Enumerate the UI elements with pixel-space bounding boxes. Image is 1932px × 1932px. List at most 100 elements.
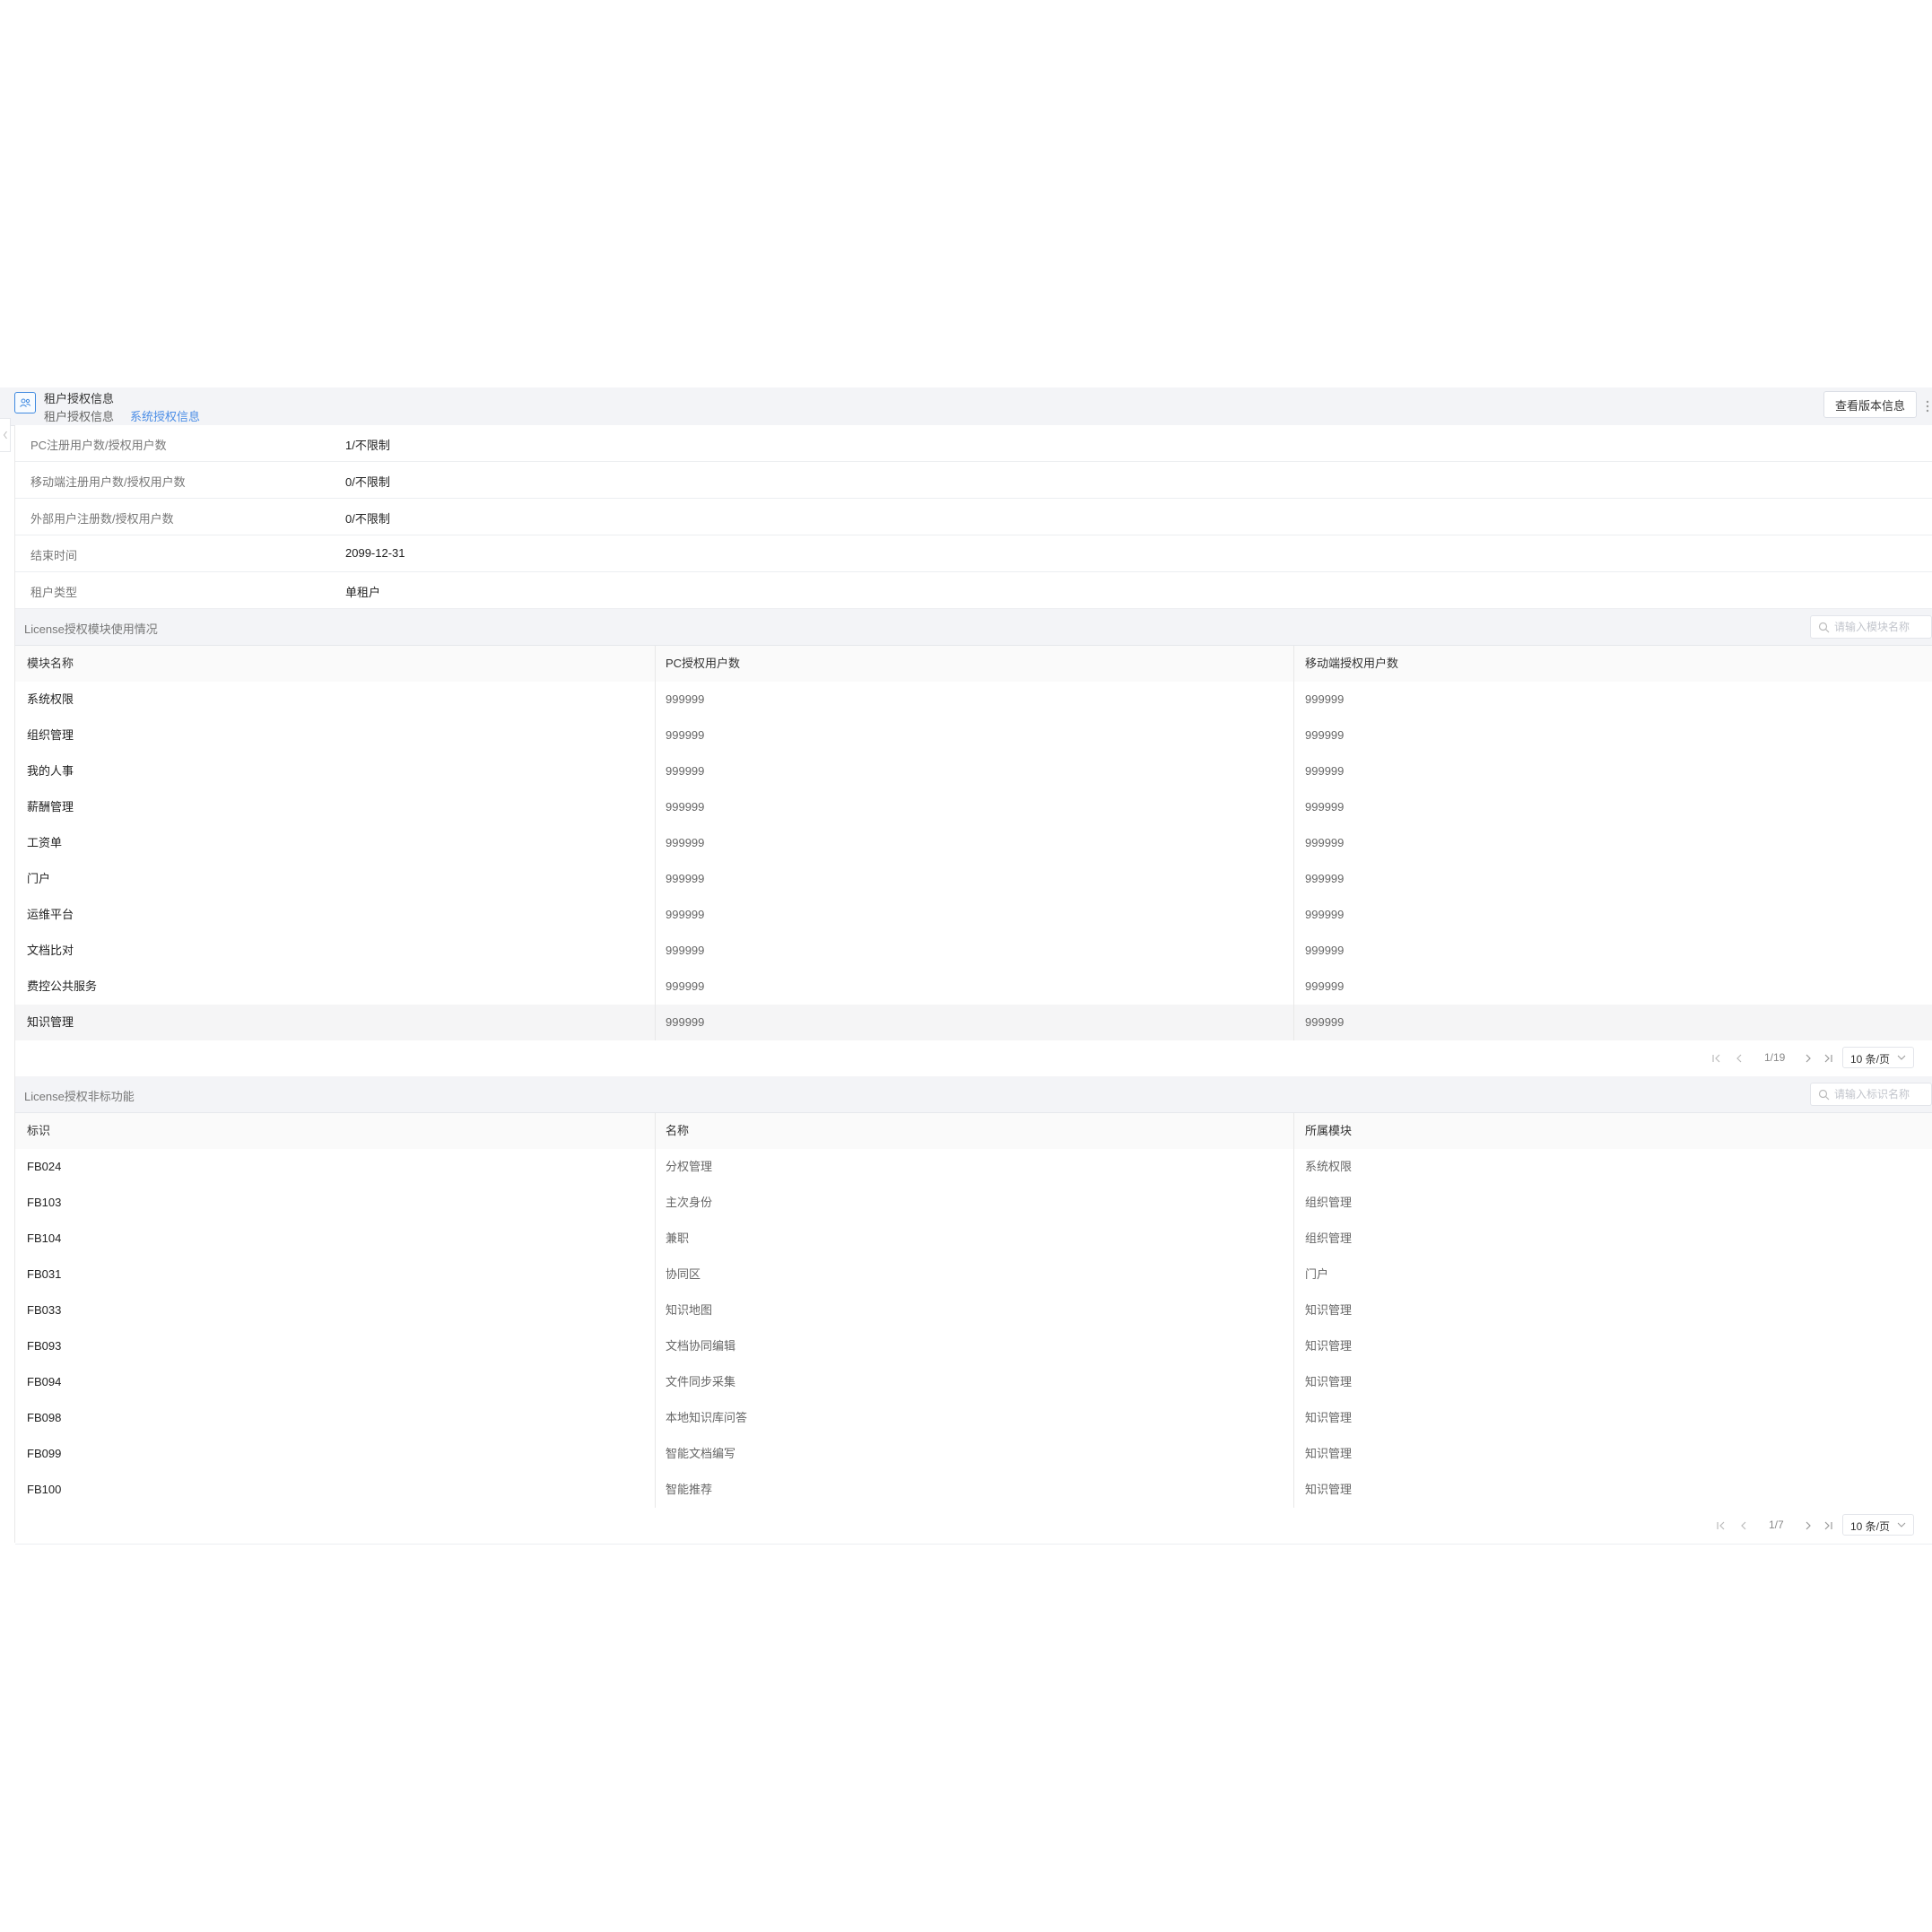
module-name-cell: 薪酬管理 <box>27 800 74 814</box>
features-pagination: 1/7 10 条/页 <box>15 1508 1932 1545</box>
column-divider <box>1293 1292 1294 1328</box>
search-icon <box>1818 1089 1830 1101</box>
feature-code-cell: FB099 <box>27 1447 62 1460</box>
next-page-icon[interactable] <box>1802 1052 1815 1065</box>
column-header-pc-users: PC授权用户数 <box>666 657 741 670</box>
feature-name-cell: 分权管理 <box>666 1160 713 1173</box>
features-table-header: 标识 名称 所属模块 <box>15 1113 1932 1150</box>
search-icon <box>1818 622 1830 633</box>
chevron-left-icon <box>3 431 7 439</box>
column-divider <box>1293 1400 1294 1436</box>
column-divider <box>1293 646 1294 682</box>
feature-name-cell: 协同区 <box>666 1267 701 1281</box>
sidebar-collapse-toggle[interactable] <box>0 418 11 452</box>
info-label: 外部用户注册数/授权用户数 <box>30 512 174 526</box>
column-divider <box>655 1292 656 1328</box>
info-value: 2099-12-31 <box>345 546 405 560</box>
module-search-box[interactable] <box>1810 615 1932 639</box>
view-version-button[interactable]: 查看版本信息 <box>1823 391 1917 418</box>
module-name-cell: 知识管理 <box>27 1015 74 1029</box>
table-row: FB094 文件同步采集 知识管理 <box>15 1364 1932 1401</box>
pc-users-cell: 999999 <box>666 872 705 885</box>
feature-search-input[interactable] <box>1834 1086 1928 1102</box>
mobile-users-cell: 999999 <box>1305 692 1345 706</box>
page-indicator: 1/7 <box>1769 1519 1784 1531</box>
next-page-icon[interactable] <box>1802 1519 1815 1532</box>
table-row: FB093 文档协同编辑 知识管理 <box>15 1328 1932 1365</box>
prev-page-icon[interactable] <box>1733 1052 1745 1065</box>
column-divider <box>655 1149 656 1185</box>
mobile-users-cell: 999999 <box>1305 728 1345 742</box>
module-name-cell: 费控公共服务 <box>27 979 98 993</box>
prev-page-icon[interactable] <box>1737 1519 1750 1532</box>
info-row-end-time: 结束时间 2099-12-31 <box>15 535 1932 572</box>
module-name-cell: 文档比对 <box>27 944 74 957</box>
mobile-users-cell: 999999 <box>1305 872 1345 885</box>
column-divider <box>655 682 656 718</box>
column-divider <box>655 646 656 682</box>
module-name-cell: 组织管理 <box>27 728 74 742</box>
column-divider <box>1293 861 1294 897</box>
feature-module-cell: 系统权限 <box>1305 1160 1353 1173</box>
pc-users-cell: 999999 <box>666 728 705 742</box>
table-row: 门户 999999 999999 <box>15 861 1932 898</box>
table-row: 文档比对 999999 999999 <box>15 933 1932 970</box>
module-search-input[interactable] <box>1834 619 1928 635</box>
column-divider <box>1293 1221 1294 1257</box>
info-value: 0/不限制 <box>345 475 390 489</box>
pc-users-cell: 999999 <box>666 1015 705 1029</box>
column-divider <box>1293 897 1294 933</box>
column-divider <box>1293 1149 1294 1185</box>
pc-users-cell: 999999 <box>666 692 705 706</box>
feature-search-box[interactable] <box>1810 1083 1932 1106</box>
column-divider <box>655 1185 656 1221</box>
column-divider <box>655 825 656 861</box>
first-page-icon[interactable] <box>1710 1052 1723 1065</box>
feature-code-cell: FB024 <box>27 1160 62 1173</box>
feature-module-cell: 组织管理 <box>1305 1196 1353 1209</box>
page-size-select[interactable]: 10 条/页 <box>1842 1047 1914 1068</box>
table-row: 系统权限 999999 999999 <box>15 682 1932 718</box>
column-divider <box>655 1113 656 1149</box>
feature-code-cell: FB031 <box>27 1267 62 1281</box>
tab-tenant-license[interactable]: 租户授权信息 <box>44 407 114 427</box>
table-row: 我的人事 999999 999999 <box>15 753 1932 790</box>
column-divider <box>655 1257 656 1292</box>
more-vertical-icon[interactable] <box>1925 398 1930 414</box>
feature-name-cell: 知识地图 <box>666 1303 713 1317</box>
column-header-module-name: 模块名称 <box>27 657 74 670</box>
column-divider <box>655 1436 656 1472</box>
table-row: FB098 本地知识库问答 知识管理 <box>15 1400 1932 1437</box>
last-page-icon[interactable] <box>1822 1052 1834 1065</box>
page-indicator: 1/19 <box>1764 1051 1786 1064</box>
table-row: FB033 知识地图 知识管理 <box>15 1292 1932 1329</box>
info-row-pc-users: PC注册用户数/授权用户数 1/不限制 <box>15 425 1932 462</box>
column-divider <box>1293 682 1294 718</box>
feature-code-cell: FB094 <box>27 1375 62 1388</box>
column-divider <box>1293 753 1294 789</box>
table-row-hovered: 知识管理 999999 999999 <box>15 1005 1932 1041</box>
feature-code-cell: FB104 <box>27 1231 62 1245</box>
column-header-module: 所属模块 <box>1305 1124 1353 1137</box>
feature-code-cell: FB033 <box>27 1303 62 1317</box>
table-row: FB099 智能文档编写 知识管理 <box>15 1436 1932 1473</box>
info-label: 结束时间 <box>30 549 78 562</box>
pc-users-cell: 999999 <box>666 800 705 814</box>
pc-users-cell: 999999 <box>666 979 705 993</box>
column-divider <box>1293 1005 1294 1040</box>
column-divider <box>655 753 656 789</box>
page-size-value: 10 条/页 <box>1850 1053 1891 1066</box>
page-size-select[interactable]: 10 条/页 <box>1842 1514 1914 1536</box>
modules-table-header: 模块名称 PC授权用户数 移动端授权用户数 <box>15 646 1932 683</box>
first-page-icon[interactable] <box>1715 1519 1727 1532</box>
column-header-code: 标识 <box>27 1124 51 1137</box>
column-divider <box>1293 1328 1294 1364</box>
column-divider <box>1293 825 1294 861</box>
column-divider <box>655 718 656 753</box>
page-size-value: 10 条/页 <box>1850 1520 1891 1533</box>
last-page-icon[interactable] <box>1822 1519 1834 1532</box>
info-value: 1/不限制 <box>345 439 390 452</box>
chevron-down-icon <box>1897 1522 1906 1527</box>
info-row-mobile-users: 移动端注册用户数/授权用户数 0/不限制 <box>15 462 1932 499</box>
mobile-users-cell: 999999 <box>1305 1015 1345 1029</box>
